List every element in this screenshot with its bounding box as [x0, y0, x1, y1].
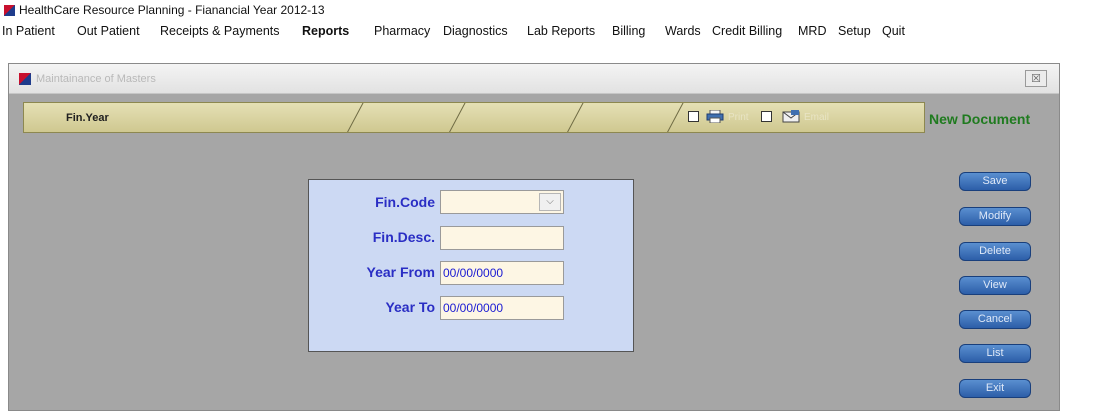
close-icon[interactable]: ☒: [1025, 70, 1047, 87]
tab-strip: Fin.Year Print Email: [23, 102, 925, 133]
year-to-label: Year To: [385, 299, 435, 315]
print-checkbox[interactable]: [688, 111, 699, 122]
app-titlebar: HealthCare Resource Planning - Fianancia…: [0, 0, 1107, 20]
menu-item-quit[interactable]: Quit: [882, 24, 905, 38]
menu-item-reports[interactable]: Reports: [302, 24, 349, 38]
printer-icon: [706, 110, 724, 123]
menu-item-pharmacy[interactable]: Pharmacy: [374, 24, 430, 38]
tab-divider: [344, 103, 365, 132]
window-title: Maintainance of Masters: [36, 73, 156, 85]
email-label: Email: [804, 112, 830, 123]
dropdown-chevron-icon[interactable]: ⌵: [539, 193, 561, 211]
masters-window: Maintainance of Masters ☒ Fin.Year Print…: [8, 63, 1060, 411]
delete-button[interactable]: Delete: [959, 242, 1031, 261]
menu-item-mrd[interactable]: MRD: [798, 24, 826, 38]
menu-item-lab-reports[interactable]: Lab Reports: [527, 24, 595, 38]
modify-button[interactable]: Modify: [959, 207, 1031, 226]
save-button[interactable]: Save: [959, 172, 1031, 191]
fin-desc-label: Fin.Desc.: [372, 229, 435, 245]
fin-code-label: Fin.Code: [375, 194, 435, 210]
tab-divider: [664, 103, 685, 132]
new-document-status: New Document: [929, 111, 1031, 127]
menu-item-out-patient[interactable]: Out Patient: [77, 24, 140, 38]
menu-item-billing[interactable]: Billing: [612, 24, 645, 38]
year-from-label: Year From: [366, 264, 435, 280]
tab-divider: [564, 103, 585, 132]
menu-item-setup[interactable]: Setup: [838, 24, 871, 38]
menu-bar: In Patient Out Patient Receipts & Paymen…: [0, 20, 1107, 46]
fin-desc-field[interactable]: [440, 226, 564, 250]
cancel-button[interactable]: Cancel: [959, 310, 1031, 329]
app-title: HealthCare Resource Planning - Fianancia…: [19, 3, 325, 17]
exit-button[interactable]: Exit: [959, 379, 1031, 398]
menu-item-diagnostics[interactable]: Diagnostics: [443, 24, 508, 38]
tab-fin-year[interactable]: Fin.Year: [66, 112, 109, 124]
list-button[interactable]: List: [959, 344, 1031, 363]
window-titlebar: Maintainance of Masters ☒: [9, 64, 1059, 94]
year-to-field[interactable]: [440, 296, 564, 320]
print-label: Print: [728, 112, 749, 123]
email-icon: [782, 110, 800, 123]
menu-item-credit-billing[interactable]: Credit Billing: [712, 24, 782, 38]
email-checkbox[interactable]: [761, 111, 772, 122]
menu-item-wards[interactable]: Wards: [665, 24, 701, 38]
menu-item-receipts-payments[interactable]: Receipts & Payments: [160, 24, 280, 38]
window-logo-icon: [19, 73, 31, 85]
view-button[interactable]: View: [959, 276, 1031, 295]
fin-year-form: Fin.Code ⌵ Fin.Desc. Year From Year To: [308, 179, 634, 352]
tab-divider: [446, 103, 467, 132]
year-from-field[interactable]: [440, 261, 564, 285]
menu-item-in-patient[interactable]: In Patient: [2, 24, 55, 38]
app-logo-icon: [4, 5, 15, 16]
